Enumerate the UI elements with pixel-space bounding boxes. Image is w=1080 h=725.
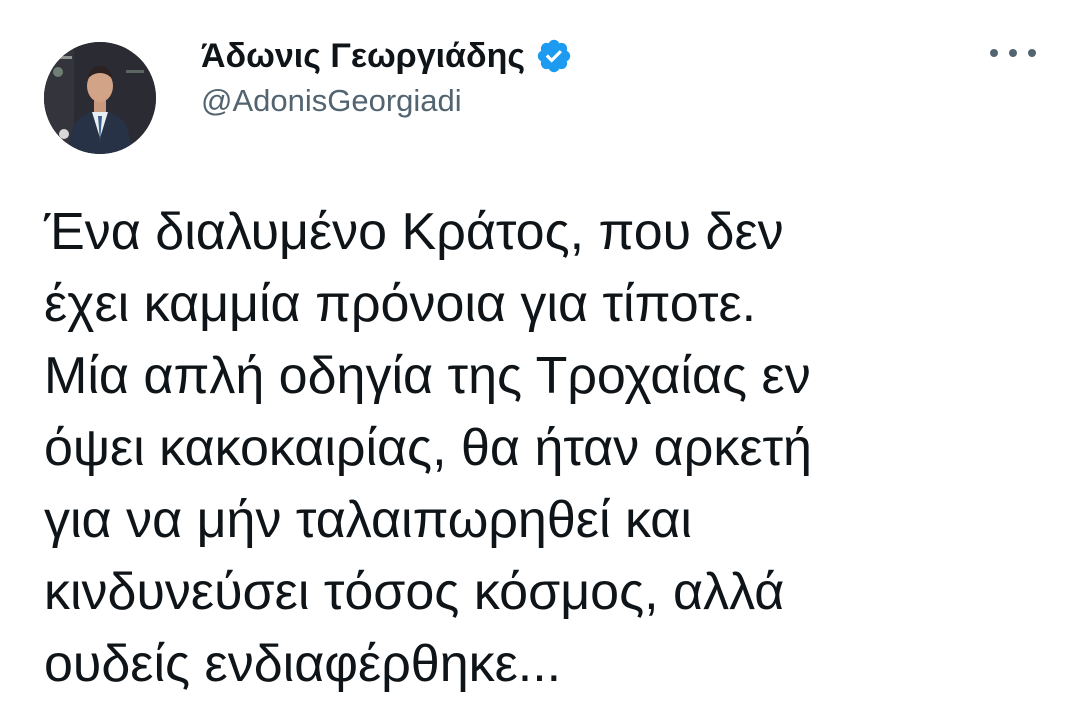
tweet-text-line: Ένα διαλυμένο Κράτος, που δεν — [44, 203, 784, 261]
more-dot — [990, 49, 998, 57]
avatar[interactable] — [44, 42, 156, 154]
tweet-text: Ένα διαλυμένο Κράτος, που δεν έχει καμμί… — [44, 196, 1054, 700]
more-dot — [1028, 49, 1036, 57]
tweet-card: Άδωνις Γεωργιάδης @AdonisGeorgiadi Ένα δ… — [0, 0, 1080, 725]
tweet-text-line: ουδείς ενδιαφέρθηκε... — [44, 635, 562, 693]
tweet-text-line: όψει κακοκαιρίας, θα ήταν αρκετή — [44, 419, 812, 477]
more-options-icon[interactable] — [990, 36, 1036, 70]
tweet-text-line: Μία απλή οδηγία της Τροχαίας εν — [44, 347, 811, 405]
verified-badge-icon — [535, 37, 573, 75]
more-dot — [1009, 49, 1017, 57]
author-display-name[interactable]: Άδωνις Γεωργιάδης — [201, 37, 525, 76]
author-handle[interactable]: @AdonisGeorgiadi — [201, 83, 462, 119]
tweet-text-line: για να μήν ταλαιπωρηθεί και — [44, 491, 692, 549]
tweet-text-line: έχει καμμία πρόνοια για τίποτε. — [44, 275, 757, 333]
avatar-photo — [44, 42, 156, 154]
author-name-row[interactable]: Άδωνις Γεωργιάδης — [201, 34, 573, 78]
tweet-text-line: κινδυνεύσει τόσος κόσμος, αλλά — [44, 563, 785, 621]
